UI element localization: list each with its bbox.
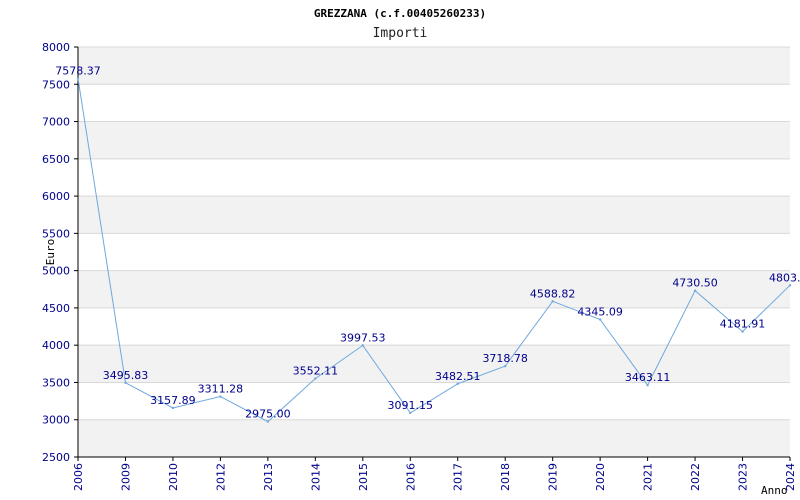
x-tick-label: 2019 [547,463,560,491]
data-point [219,395,222,398]
x-axis-ticks: 2006 2009 2010 2012 2013 2014 2015 2016 2017 2018… [72,457,797,491]
chart-subtitle: Importi [373,26,428,41]
chart-title: GREZZANA (c.f.00405260233) [314,7,486,20]
data-label: 3997.53 [340,331,386,344]
y-tick-label: 3500 [42,376,70,389]
x-tick-label: 2021 [642,463,655,491]
y-tick-label: 4500 [42,302,70,315]
data-point [361,344,364,347]
x-tick-label: 2006 [72,463,85,491]
x-tick-label: 2013 [262,463,275,491]
y-tick-label: 2500 [42,451,70,464]
grid-band [78,47,790,85]
data-point [456,382,459,385]
data-point [646,384,649,387]
data-point [124,381,127,384]
data-point [504,364,507,368]
y-tick-label: 7500 [42,78,70,91]
grid-band [78,419,790,457]
y-tick-label: 8000 [42,41,70,54]
y-axis-label: Euro [44,239,57,266]
data-label: 3311.28 [198,383,244,396]
data-point [314,377,317,380]
data-label: 4588.82 [530,287,576,300]
grid-band [78,196,790,234]
data-point [266,420,270,423]
x-tick-label: 2009 [119,463,132,491]
data-point [171,406,175,410]
data-label: 4345.09 [577,305,623,318]
data-label: 3157.89 [150,394,196,407]
data-label: 4730.50 [672,277,718,290]
x-tick-label: 2020 [594,463,607,491]
data-point [76,77,80,80]
data-label: 4803.4 [769,271,800,284]
data-label: 3482.51 [435,370,481,383]
data-point [551,300,554,303]
y-tick-label: 6500 [42,153,70,166]
data-label: 3495.83 [103,369,149,382]
x-tick-label: 2012 [214,463,227,491]
x-tick-label: 2022 [689,463,702,491]
grid-band [78,121,790,159]
data-point [741,330,744,333]
y-tick-label: 5500 [42,227,70,240]
x-tick-label: 2014 [309,463,322,491]
line-chart: GREZZANA (c.f.00405260233) Importi 2500 3… [42,7,800,497]
data-label: 3463.11 [625,371,671,384]
x-tick-label: 2010 [167,463,180,491]
data-label: 3718.78 [482,352,528,365]
data-point [409,411,412,415]
y-tick-label: 6000 [42,190,70,203]
y-tick-label: 7000 [42,116,70,129]
x-tick-label: 2015 [357,463,370,491]
data-label: 4181.91 [720,318,766,331]
data-label: 3552.11 [293,365,339,378]
y-tick-label: 4000 [42,339,70,352]
x-tick-label: 2018 [499,463,512,491]
data-point [693,289,697,292]
data-point [598,318,602,321]
y-tick-label: 3000 [42,414,70,427]
data-label: 2975.00 [245,408,291,421]
y-tick-label: 5000 [42,265,70,278]
x-axis-label: Anno [761,484,788,497]
x-tick-label: 2016 [404,463,417,491]
x-tick-label: 2023 [737,463,750,491]
x-tick-label: 2017 [452,463,465,491]
data-point [788,284,792,287]
data-label: 7578.37 [55,64,101,77]
data-label: 3091.15 [388,399,434,412]
